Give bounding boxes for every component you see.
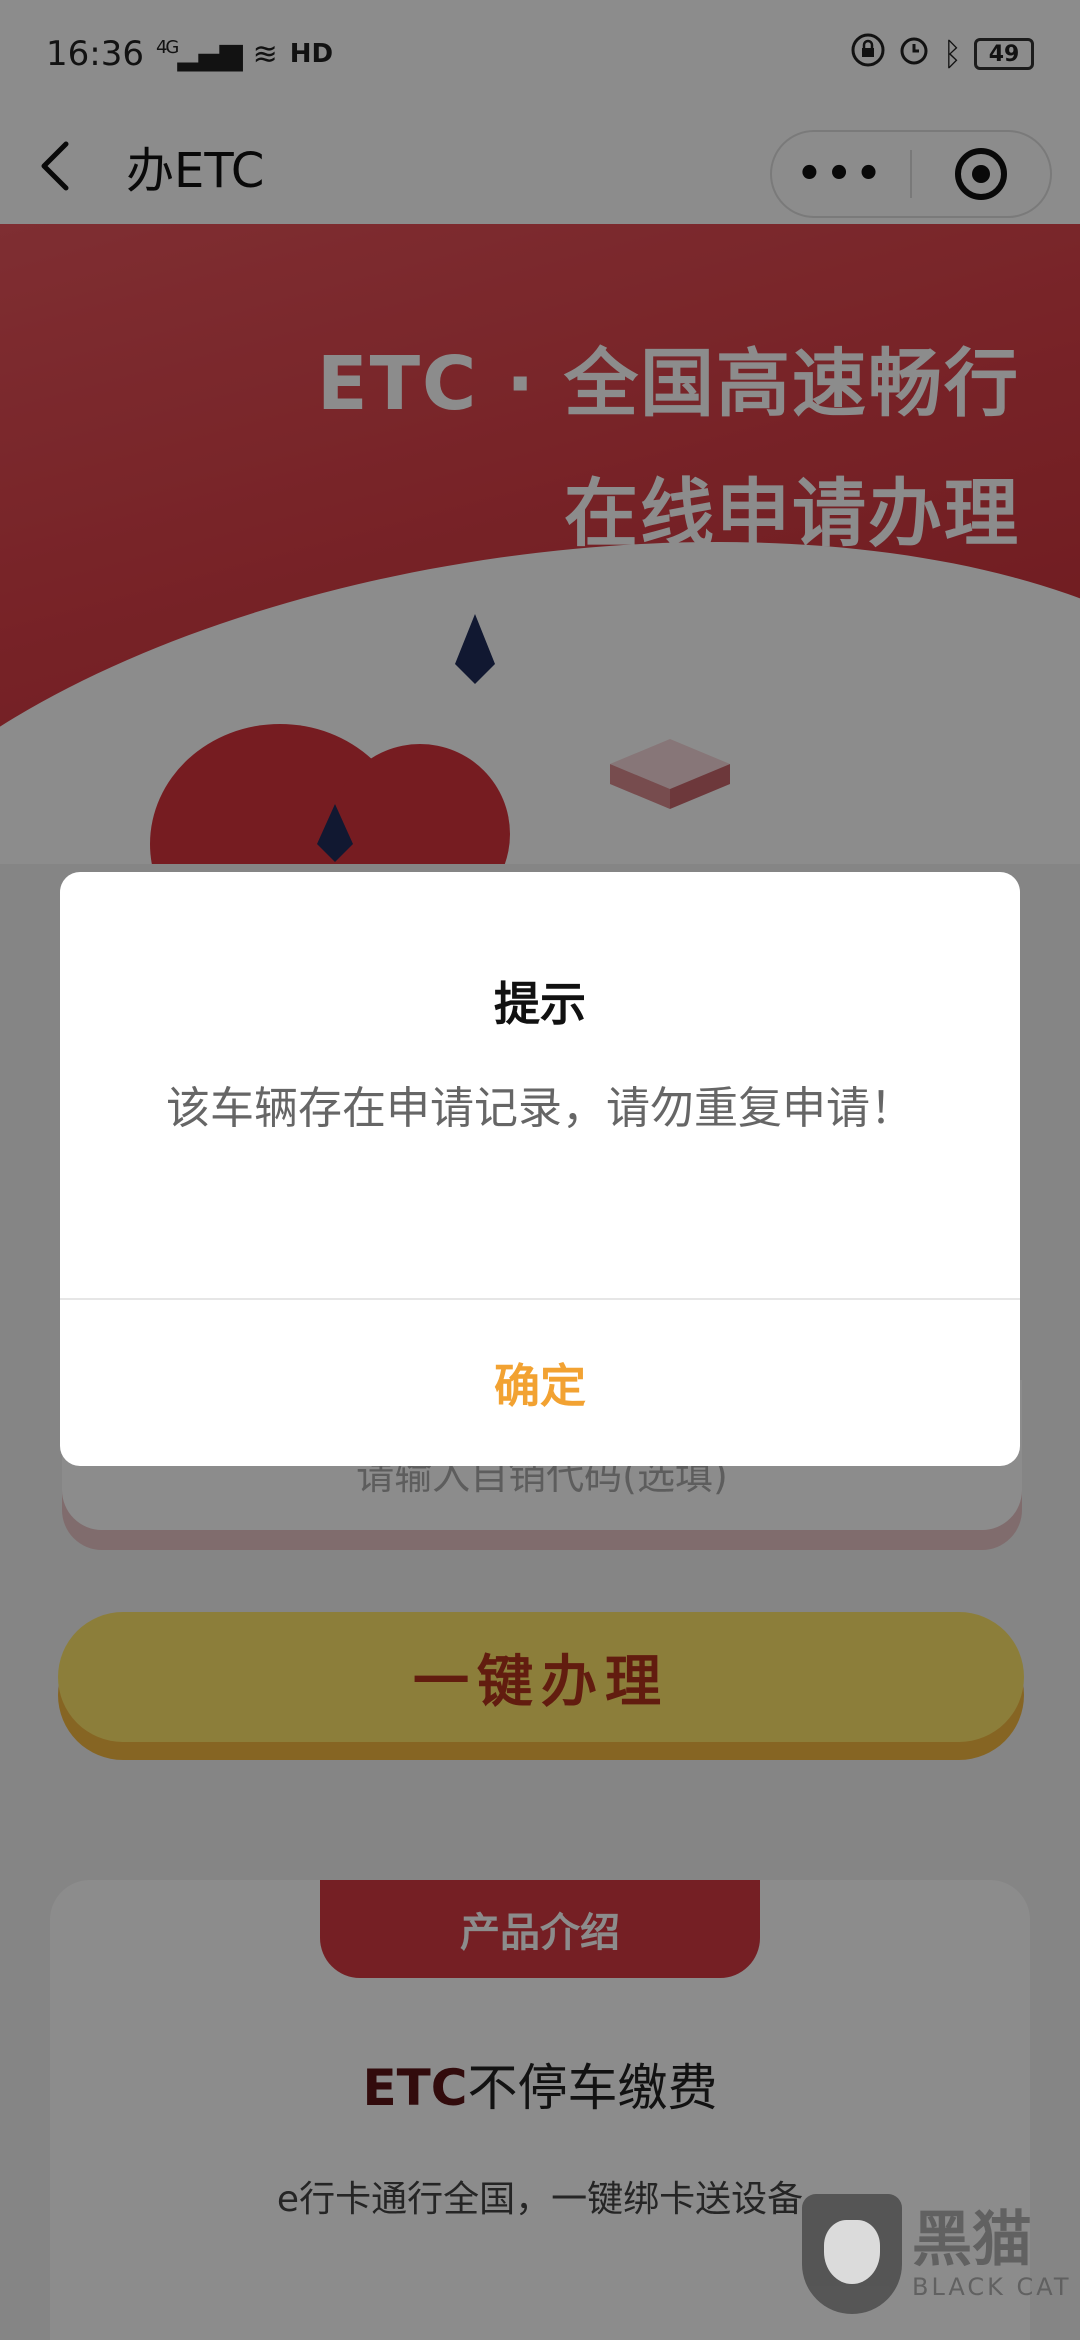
confirm-button[interactable]: 确定 (60, 1300, 1020, 1466)
alert-dialog: 提示 该车辆存在申请记录，请勿重复申请！ 确定 (60, 872, 1020, 1466)
black-cat-watermark: 黑猫 BLACK CAT (802, 2184, 1072, 2324)
cat-shield-icon (802, 2194, 902, 2314)
watermark-cn: 黑猫 (912, 2205, 1032, 2275)
dialog-title: 提示 (494, 977, 586, 1031)
watermark-text: 黑猫 BLACK CAT (912, 2207, 1071, 2301)
watermark-en: BLACK CAT (912, 2273, 1072, 2301)
dialog-message: 该车辆存在申请记录，请勿重复申请！ (166, 1083, 914, 1134)
